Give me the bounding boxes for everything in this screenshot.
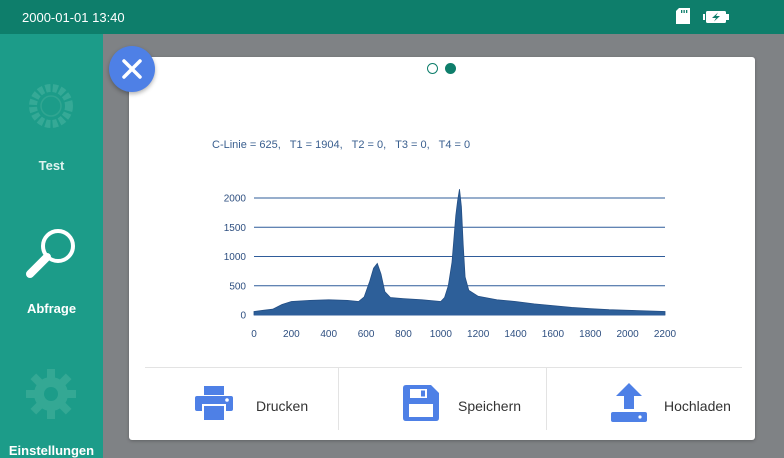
y-tick-label: 1000 — [224, 252, 247, 263]
x-tick-label: 400 — [320, 329, 337, 340]
x-tick-label: 1000 — [430, 329, 453, 340]
battery-charging-icon — [703, 11, 729, 23]
sd-card-icon — [676, 8, 690, 24]
save-label: Speichern — [458, 398, 522, 414]
x-tick-label: 800 — [395, 329, 412, 340]
x-tick-label: 2000 — [617, 329, 640, 340]
spectrum-chart: 0 500 1000 1500 2000 0 200 400 600 800 1000 1200 140… — [224, 189, 677, 340]
print-button[interactable]: Drucken — [146, 368, 338, 430]
x-tick-label: 1400 — [504, 329, 527, 340]
upload-label: Hochladen — [664, 398, 731, 414]
x-tick-label: 2200 — [654, 329, 677, 340]
status-datetime: 2000-01-01 13:40 — [22, 10, 125, 25]
upload-button[interactable]: Hochladen — [547, 368, 742, 430]
spectrum-area — [253, 189, 666, 316]
sidebar-item-label: Test — [38, 158, 65, 173]
x-tick-label: 0 — [251, 329, 257, 340]
sidebar-item-label: Einstellungen — [8, 443, 95, 458]
y-tick-label: 1500 — [224, 223, 247, 234]
upload-icon — [611, 383, 647, 422]
sidebar: Test Abfrage Einstellungen — [0, 34, 103, 458]
close-icon — [122, 59, 142, 79]
y-tick-label: 0 — [240, 311, 246, 322]
sidebar-item-label: Abfrage — [26, 301, 77, 316]
print-label: Drucken — [256, 398, 309, 414]
save-button[interactable]: Speichern — [339, 368, 546, 430]
sidebar-item-abfrage[interactable]: Abfrage — [0, 214, 103, 334]
x-tick-label: 1600 — [542, 329, 565, 340]
x-tick-label: 1200 — [467, 329, 490, 340]
x-tick-label: 200 — [283, 329, 300, 340]
x-tick-label: 600 — [358, 329, 375, 340]
sidebar-item-test[interactable]: Test — [0, 34, 103, 179]
result-values: C-Linie = 625, T1 = 1904, T2 = 0, T3 = 0… — [212, 139, 471, 151]
page-dot-2-active[interactable] — [445, 63, 456, 74]
close-button[interactable] — [109, 46, 155, 92]
test-ring-icon — [29, 84, 73, 128]
status-bar: 2000-01-01 13:40 — [0, 0, 784, 34]
x-tick-label: 1800 — [579, 329, 602, 340]
y-tick-label: 500 — [229, 281, 246, 292]
magnifier-icon — [26, 229, 75, 278]
gear-icon — [26, 369, 76, 419]
y-tick-label: 2000 — [224, 194, 247, 205]
save-icon — [403, 385, 439, 421]
page-dot-1[interactable] — [427, 63, 438, 74]
sidebar-item-einstellungen[interactable]: Einstellungen — [0, 359, 103, 458]
printer-icon — [195, 386, 233, 422]
